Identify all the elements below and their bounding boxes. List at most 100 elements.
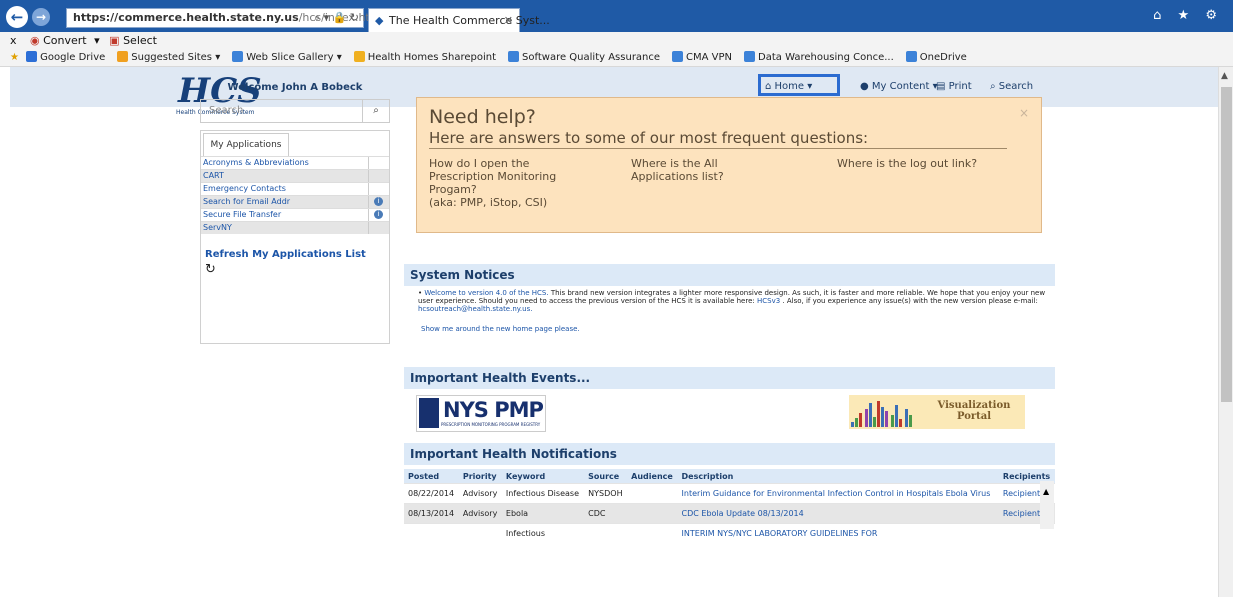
email-link[interactable]: hcsoutreach@health.state.ny.us.	[418, 305, 532, 313]
cell-source: NYSDOH	[584, 483, 628, 504]
help-q3-line: Where is the log out link?	[837, 157, 978, 170]
cell-keyword: Ebola	[501, 503, 585, 524]
help-question-logout[interactable]: Where is the log out link?	[837, 157, 977, 170]
icon-bar	[885, 411, 888, 427]
tour-link[interactable]: Show me around the new home page please.	[421, 325, 580, 333]
list-item[interactable]: Acronyms & Abbreviations	[201, 156, 389, 169]
column-header[interactable]: Source	[584, 469, 628, 484]
cell-posted	[404, 523, 459, 543]
cell-description[interactable]: Interim Guidance for Environmental Infec…	[677, 483, 999, 504]
help-divider	[429, 148, 1007, 149]
help-subtitle: Here are answers to some of our most fre…	[429, 129, 869, 147]
scroll-up-icon[interactable]: ▲	[1043, 487, 1049, 496]
favorite-item[interactable]: Web Slice Gallery ▾	[232, 49, 342, 66]
icon-bar	[899, 419, 902, 427]
favorites-star-icon[interactable]: ★	[10, 52, 19, 63]
nav-my-content[interactable]: ● My Content ▾	[860, 81, 938, 92]
info-icon[interactable]: i	[374, 197, 383, 206]
tab-close-icon[interactable]: ✕	[504, 9, 513, 33]
favorite-item[interactable]: OneDrive	[905, 49, 967, 66]
help-panel: Need help? Here are answers to some of o…	[416, 97, 1042, 233]
favorite-item[interactable]: Suggested Sites ▾	[117, 49, 220, 66]
cell-priority	[458, 523, 502, 543]
column-header[interactable]: Priority	[458, 469, 502, 484]
site-favicon-icon: ◆	[375, 14, 384, 27]
welcome-text: Welcome John A Bobeck	[227, 82, 363, 93]
app-label: CART	[203, 171, 224, 180]
visualization-portal-banner[interactable]: Visualization Portal	[849, 395, 1025, 429]
icon-bar	[881, 407, 884, 427]
refresh-icon[interactable]: ↻	[205, 262, 216, 277]
notice-welcome-link[interactable]: Welcome to version 4.0 of the HCS.	[424, 289, 548, 297]
cell-priority: Advisory	[458, 503, 502, 524]
tab-my-applications[interactable]: My Applications	[203, 133, 289, 156]
forward-button[interactable]: →	[32, 8, 50, 26]
column-divider	[368, 222, 369, 234]
cell-description[interactable]: CDC Ebola Update 08/13/2014	[677, 503, 999, 524]
cell-source: CDC	[584, 503, 628, 524]
app-label: Emergency Contacts	[203, 184, 286, 193]
address-host: https://commerce.health.state.ny.us	[73, 11, 299, 24]
back-arrow-icon: ←	[10, 8, 24, 26]
system-notice-text: • Welcome to version 4.0 of the HCS. Thi…	[418, 289, 1046, 313]
favorite-item[interactable]: CMA VPN	[672, 49, 732, 66]
scroll-up-icon[interactable]: ▲	[1221, 71, 1228, 81]
home-highlight-box	[758, 74, 840, 96]
list-item[interactable]: Emergency Contacts	[201, 182, 389, 195]
list-item[interactable]: Search for Email Addr i	[201, 195, 389, 208]
browser-tab[interactable]: ◆ The Health Commerce Syst... ✕	[368, 8, 550, 33]
favorite-item[interactable]: Health Homes Sharepoint	[353, 49, 496, 66]
pmp-text: NYS PMP	[443, 398, 544, 422]
browser-toolbar-icons[interactable]: ⌂ ★ ⚙	[1153, 8, 1223, 23]
back-button[interactable]: ←	[6, 6, 28, 28]
column-divider	[368, 170, 369, 182]
column-header[interactable]: Description	[677, 469, 999, 484]
list-item[interactable]: CART	[201, 169, 389, 182]
command-bar-close-icon[interactable]: x	[10, 34, 17, 47]
cell-keyword: Infectious Disease	[501, 483, 585, 504]
command-bar: x ◉ Convert ▾ ▣ Select	[0, 32, 1233, 49]
viz-label-line: Portal	[956, 411, 992, 422]
table-scrollbar[interactable]: ▲	[1040, 481, 1054, 529]
address-bar[interactable]: https://commerce.health.state.ny.us/hcs/…	[66, 8, 384, 28]
favorite-label: Google Drive	[40, 52, 106, 63]
page-scrollbar[interactable]: ▲	[1218, 67, 1233, 597]
favorite-item[interactable]: Data Warehousing Conce...	[744, 49, 894, 66]
sidebar-search-input[interactable]: Search ⌕	[200, 99, 390, 123]
favorite-label: CMA VPN	[686, 52, 733, 63]
column-header[interactable]: Audience	[627, 469, 678, 484]
icon-bar	[905, 409, 908, 427]
help-question-pmp[interactable]: How do I open the Prescription Monitorin…	[429, 157, 556, 209]
chevron-down-icon[interactable]: ▾	[94, 34, 100, 47]
list-item[interactable]: ServNY	[201, 221, 389, 234]
hcsv3-link[interactable]: HCSv3	[757, 297, 780, 305]
address-tools[interactable]: ⌕ ▾ 🔒 ↻	[314, 9, 359, 27]
help-question-applications[interactable]: Where is the All Applications list?	[631, 157, 724, 183]
cell-audience	[627, 503, 678, 524]
column-header[interactable]: Keyword	[501, 469, 585, 484]
favorite-item[interactable]: Software Quality Assurance	[508, 49, 660, 66]
icon-bar	[851, 422, 854, 427]
nys-pmp-banner[interactable]: NYS PMP PRESCRIPTION MONITORING PROGRAM …	[416, 395, 546, 432]
icon-bar	[895, 405, 898, 427]
select-button[interactable]: Select	[123, 34, 157, 47]
convert-menu[interactable]: Convert	[43, 34, 87, 47]
scroll-thumb[interactable]	[1221, 87, 1232, 402]
nav-search[interactable]: ⌕ Search	[990, 81, 1033, 92]
close-icon[interactable]: ×	[1019, 106, 1029, 120]
info-icon[interactable]: i	[374, 210, 383, 219]
icon-bar	[859, 413, 862, 427]
search-button[interactable]: ⌕	[362, 100, 389, 122]
refresh-applications-link[interactable]: Refresh My Applications List	[205, 249, 366, 260]
column-divider	[368, 183, 369, 195]
favorite-item[interactable]: Google Drive	[26, 49, 105, 66]
list-item[interactable]: Secure File Transfer i	[201, 208, 389, 221]
nav-print[interactable]: ▤ Print	[936, 81, 972, 92]
cell-description[interactable]: INTERIM NYS/NYC LABORATORY GUIDELINES FO…	[677, 523, 999, 543]
help-q1-line: (aka: PMP, iStop, CSI)	[429, 196, 548, 209]
column-header[interactable]: Posted	[404, 469, 459, 484]
table-body: 08/22/2014 Advisory Infectious Disease NYSD…	[404, 483, 1055, 543]
table-row: 08/13/2014 Advisory Ebola CDC CDC Ebola Upda…	[404, 503, 1055, 524]
column-divider	[368, 196, 369, 208]
favorite-icon	[232, 51, 244, 62]
